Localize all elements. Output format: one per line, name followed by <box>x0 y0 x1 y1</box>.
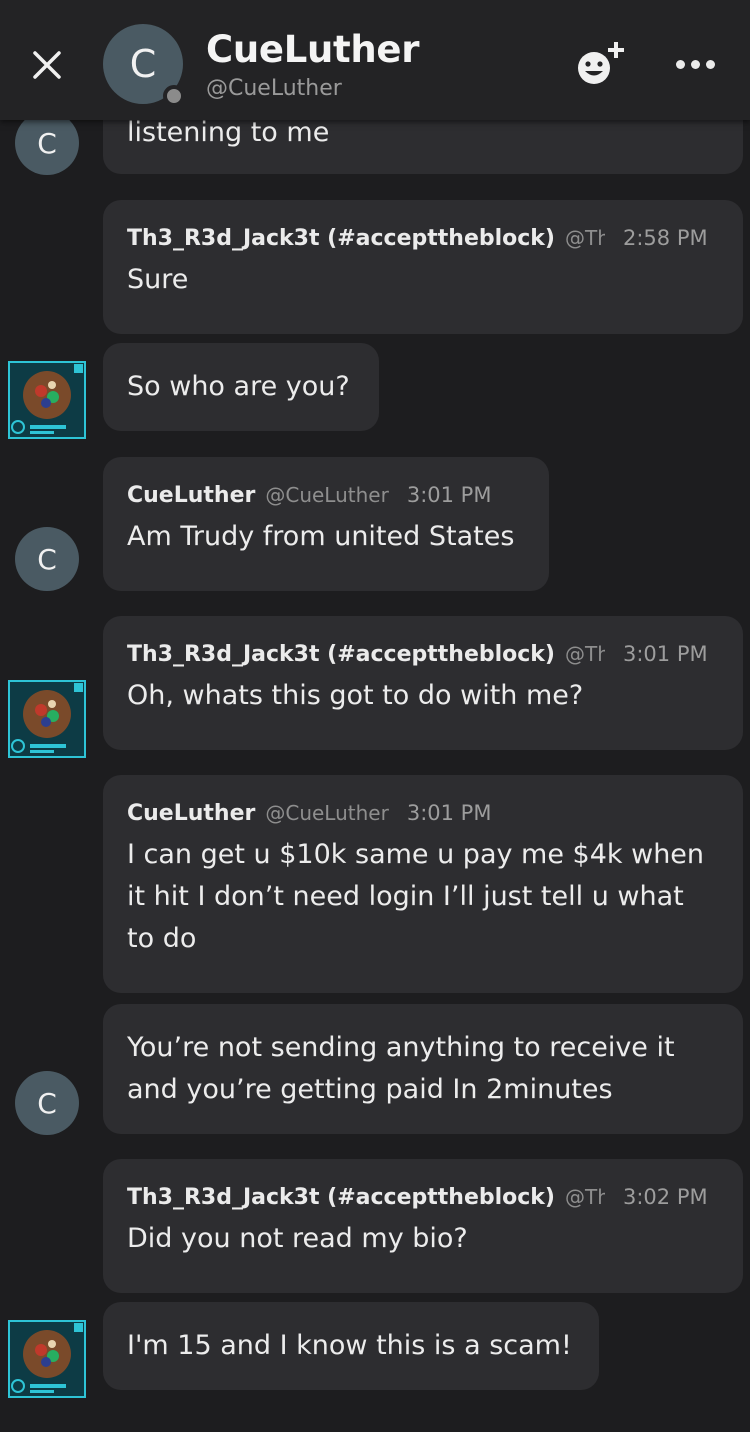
avatar[interactable]: C <box>15 111 79 175</box>
message-timestamp: 3:01 PM <box>623 642 708 666</box>
message-text: So who are you? <box>127 371 350 402</box>
message-meta: CueLuther @CueLuther 3:01 PM <box>127 801 719 826</box>
message-bubble[interactable]: Th3_R3d_Jack3t (#accepttheblock) @Th3_R3… <box>103 200 743 334</box>
avatar[interactable] <box>8 361 86 439</box>
close-button[interactable] <box>26 44 68 86</box>
message-text-line: I can get u $10k same u pay me $4k when <box>127 839 705 870</box>
message-timestamp: 2:58 PM <box>623 226 708 250</box>
avatar[interactable]: C <box>15 1071 79 1135</box>
message-handle: @CueLuther <box>265 801 389 825</box>
message-text: Am Trudy from united States <box>127 521 515 552</box>
message-handle: @Th3_R3d_Jack3t <box>565 642 605 666</box>
message-author[interactable]: Th3_R3d_Jack3t (#accepttheblock) <box>127 226 555 251</box>
message-handle: @Th3_R3d_Jack3t <box>565 1185 605 1209</box>
avatar[interactable]: C <box>15 527 79 591</box>
avatar[interactable] <box>8 1320 86 1398</box>
chat-header: C CueLuther @CueLuther <box>0 0 750 120</box>
message-meta: Th3_R3d_Jack3t (#accepttheblock) @Th3_R3… <box>127 226 719 251</box>
avatar-letter: C <box>37 542 57 576</box>
avatar-letter: C <box>37 126 57 160</box>
message-text: Sure <box>127 264 189 295</box>
message-bubble[interactable]: So who are you? <box>103 343 379 431</box>
message-text-line: to do <box>127 923 197 954</box>
close-icon <box>33 51 61 79</box>
message-timestamp: 3:02 PM <box>623 1185 708 1209</box>
message-text-line: it hit I don’t need login I’ll just tell… <box>127 881 684 912</box>
more-options-icon <box>675 59 685 69</box>
message-handle: @CueLuther <box>265 483 389 507</box>
message-bubble[interactable]: You’re not sending anything to receive i… <box>103 1004 743 1134</box>
message-meta: Th3_R3d_Jack3t (#accepttheblock) @Th3_R3… <box>127 642 719 667</box>
chat-partner-name[interactable]: CueLuther <box>206 28 419 71</box>
avatar-letter: C <box>37 1086 57 1120</box>
message-bubble[interactable]: CueLuther @CueLuther 3:01 PM I can get u… <box>103 775 743 993</box>
add-friend-icon <box>578 42 624 84</box>
message-author[interactable]: CueLuther <box>127 801 255 826</box>
message-timestamp: 3:01 PM <box>406 801 492 825</box>
message-author[interactable]: Th3_R3d_Jack3t (#accepttheblock) <box>127 1185 555 1210</box>
message-author[interactable]: Th3_R3d_Jack3t (#accepttheblock) <box>127 642 555 667</box>
chat-partner-handle: @CueLuther <box>206 76 342 101</box>
avatar-letter: C <box>129 42 157 86</box>
message-meta: Th3_R3d_Jack3t (#accepttheblock) @Th3_R3… <box>127 1185 719 1210</box>
message-timestamp: 3:01 PM <box>406 483 492 507</box>
message-text: Did you not read my bio? <box>127 1223 468 1254</box>
message-handle: @Th3_R3d_Jack3t <box>565 226 605 250</box>
add-friend-button[interactable] <box>570 36 630 88</box>
message-bubble[interactable]: CueLuther @CueLuther 3:01 PM Am Trudy fr… <box>103 457 549 591</box>
more-options-button[interactable] <box>670 46 720 82</box>
message-bubble[interactable]: Th3_R3d_Jack3t (#accepttheblock) @Th3_R3… <box>103 616 743 750</box>
message-text: Oh, whats this got to do with me? <box>127 680 584 711</box>
message-text: I'm 15 and I know this is a scam! <box>127 1330 572 1361</box>
message-text-line: and you’re getting paid In 2minutes <box>127 1074 613 1105</box>
message-text-line: You’re not sending anything to receive i… <box>127 1032 675 1063</box>
message-bubble[interactable]: I'm 15 and I know this is a scam! <box>103 1302 599 1390</box>
message-author[interactable]: CueLuther <box>127 483 255 508</box>
online-status-icon <box>163 85 185 107</box>
avatar[interactable] <box>8 680 86 758</box>
message-meta: CueLuther @CueLuther 3:01 PM <box>127 483 525 508</box>
message-bubble[interactable]: Th3_R3d_Jack3t (#accepttheblock) @Th3_R3… <box>103 1159 743 1293</box>
